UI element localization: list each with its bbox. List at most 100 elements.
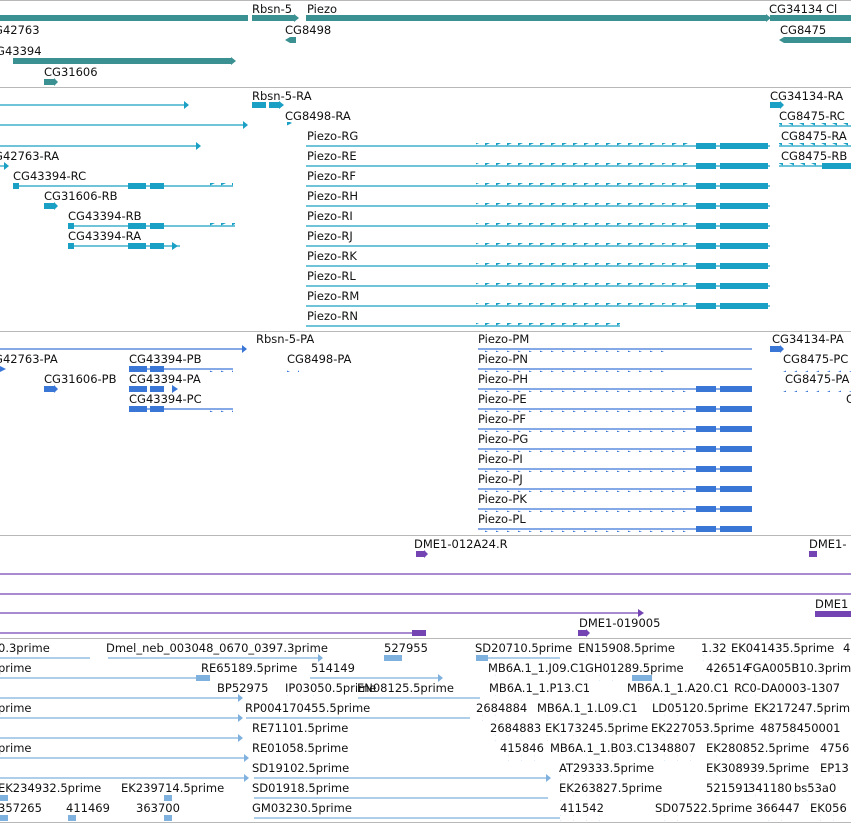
est-label: SD07522.5prime [655,801,752,815]
est-label: 341180 [748,781,792,795]
est-feature[interactable] [756,815,840,821]
est-label: prime [0,701,32,715]
est-label: EK217247.5prim [754,701,850,715]
est-feature[interactable] [164,815,172,821]
est-feature[interactable] [560,815,600,821]
gene-feature[interactable] [779,37,851,43]
cdna-feature[interactable] [0,609,644,617]
est-feature[interactable] [0,694,243,702]
protein-feature[interactable] [287,366,299,372]
transcript-label: CG34134-RA [770,89,843,103]
piezo-transcript-rm[interactable] [306,303,770,309]
est-label: EK308939.5prime [706,761,809,775]
est-label: EK234932.5prime [0,781,101,795]
transcript-feature[interactable] [0,162,9,170]
gene-label: CG31606 [44,65,98,79]
protein-feature[interactable] [44,385,58,393]
est-feature[interactable] [0,754,249,762]
cdna-feature[interactable] [0,630,426,636]
cdna-feature[interactable] [809,551,817,557]
est-feature[interactable] [0,815,8,821]
protein-label: CG31606-PB [44,372,117,386]
protein-label: Piezo-PI [478,452,523,466]
protein-feature[interactable] [129,406,233,412]
est-label: LD05120.5prime [652,701,748,715]
cdna-feature[interactable] [578,629,590,637]
gene-feature[interactable] [13,57,236,65]
cdna-feature[interactable] [416,550,428,558]
gene-label: Rbsn-5 [252,2,292,16]
piezo-transcript-rh[interactable] [306,203,770,209]
est-label: 411469 [66,801,110,815]
transcript-label: CG43394-RB [68,209,142,223]
est-feature[interactable] [500,755,540,761]
est-label: 4 [843,641,850,655]
est-feature[interactable] [656,815,686,821]
protein-label: CG34134-PA [772,332,844,346]
est-label: EP13 [820,761,849,775]
transcript-feature[interactable] [779,163,851,169]
gene-feature[interactable] [44,78,58,86]
protein-feature[interactable] [0,366,6,372]
gene-label: CG8498 [285,23,331,37]
protein-feature[interactable] [783,386,851,392]
gene-label: Piezo [307,2,337,16]
est-label: prime [0,741,32,755]
cdna-feature[interactable] [815,611,851,617]
protein-label: CG8475-PC [783,352,848,366]
est-label: 1.32 [701,641,727,655]
protein-label: C [846,392,851,406]
cdna-label: DME1-012A24.R [414,537,508,551]
gene-label: CG42763 [0,23,40,37]
est-feature[interactable] [0,675,210,681]
piezo-transcript-ri[interactable] [306,223,770,229]
est-feature[interactable] [0,734,243,742]
gene-feature[interactable] [285,37,296,43]
est-feature[interactable] [384,655,402,661]
protein-label: CG43394-PA [129,372,201,386]
piezo-transcript-rg[interactable] [306,143,770,149]
gene-feature[interactable] [0,15,248,21]
protein-feature[interactable] [770,345,784,353]
est-label: EK041435.5prime [731,641,834,655]
est-label: RC0-DA0003-1307 [734,681,840,695]
rna-track: Rbsn-5-RA CG34134-RA CG8498-RA CG8475-RC… [0,89,851,329]
est-label: SD20710.5prime [475,641,572,655]
piezo-transcript-rk[interactable] [306,263,770,269]
protein-label: Rbsn-5-PA [256,332,314,346]
est-label: bs53a0 [794,781,836,795]
transcript-label: Piezo-RE [307,149,357,163]
est-label: 527955 [384,641,428,655]
transcript-feature[interactable] [44,202,58,210]
piezo-transcript-rf[interactable] [306,183,770,189]
est-label: MB6A.1_1.B03.C1 [550,741,652,755]
piezo-protein-pl[interactable] [478,526,752,532]
transcript-label: CG8475-RB [781,149,847,163]
transcript-label: CG8475-RC [779,109,845,123]
est-label: EN08125.5prime [357,681,454,695]
transcript-label: Piezo-RJ [307,229,353,243]
gene-label: CG43394 [0,44,42,58]
est-feature[interactable] [0,714,243,722]
est-label: AT29333.5prime [559,761,654,775]
piezo-transcript-rl[interactable] [306,283,770,289]
est-label: RE71101.5prime [252,721,348,735]
piezo-transcript-rn[interactable] [306,323,620,329]
transcript-label: Piezo-RG [307,129,358,143]
protein-label: CG42763-PA [0,352,58,366]
est-label: EK239714.5prime [121,781,224,795]
transcript-feature[interactable] [0,121,248,129]
est-label: BP52975 [217,681,268,695]
gene-feature[interactable] [306,14,771,22]
est-feature[interactable] [68,815,76,821]
piezo-transcript-re[interactable] [306,163,770,169]
protein-label: CG43394-PB [129,352,202,366]
piezo-transcript-rj[interactable] [306,243,770,249]
transcript-feature[interactable] [0,101,189,109]
transcript-feature[interactable] [68,242,180,250]
est-label: EK263827.5prime [559,781,662,795]
est-label: MB6A.1_1.L09.C1 [537,701,638,715]
cdna-label: DME1- [809,537,847,551]
transcript-label: Piezo-RM [307,289,359,303]
protein-label: Piezo-PN [478,352,528,366]
